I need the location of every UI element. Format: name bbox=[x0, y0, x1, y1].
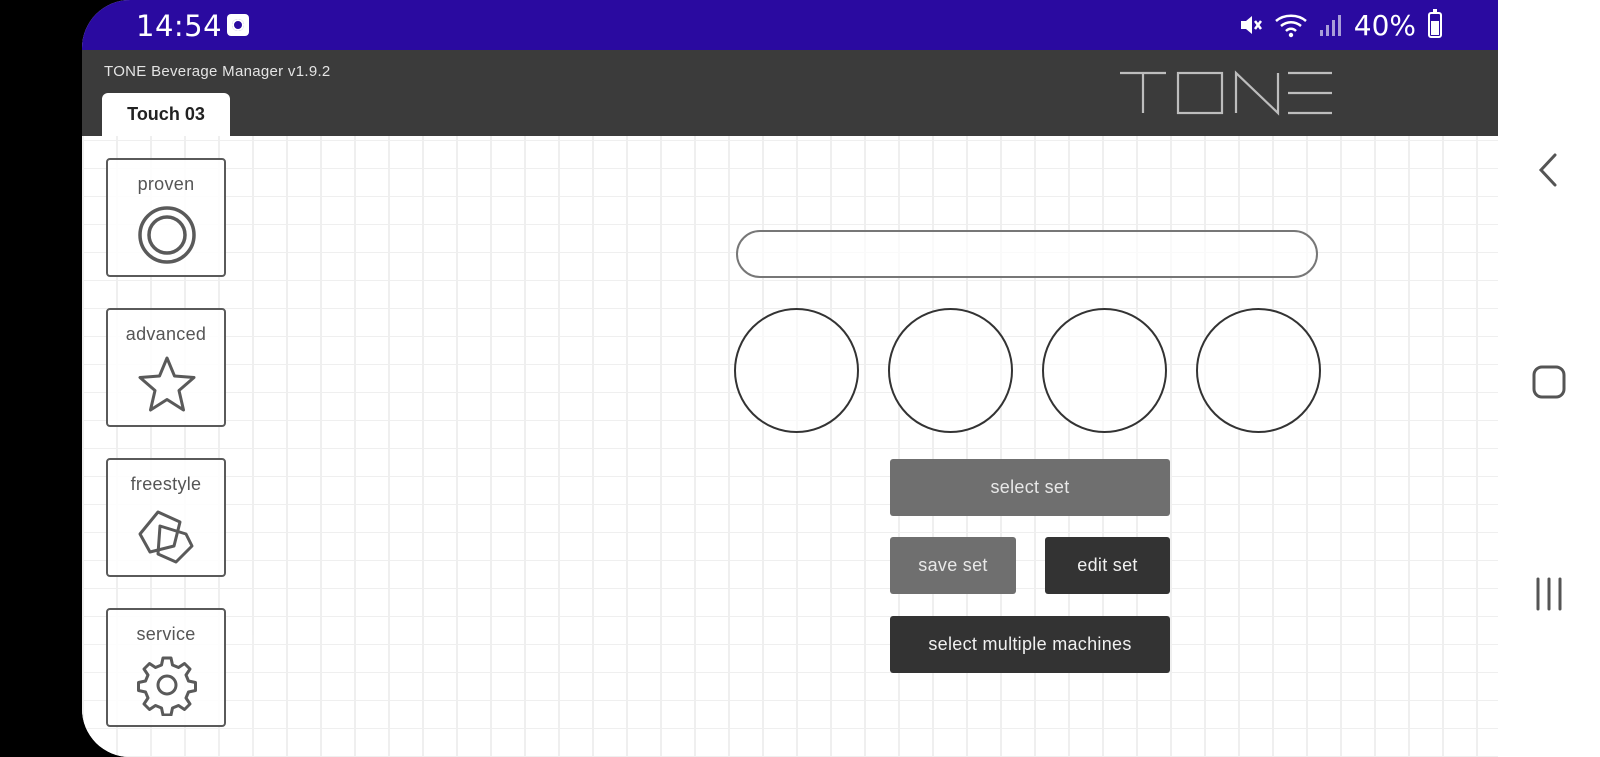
beverage-slot-3[interactable] bbox=[1042, 308, 1167, 433]
wifi-icon bbox=[1274, 12, 1308, 38]
system-nav-bar bbox=[1498, 0, 1600, 757]
overlapping-polygons-icon bbox=[138, 510, 194, 564]
select-multiple-machines-button[interactable]: select multiple machines bbox=[890, 616, 1170, 673]
home-button[interactable] bbox=[1498, 364, 1600, 400]
mode-button-advanced[interactable]: advanced bbox=[106, 308, 226, 427]
recents-icon bbox=[1536, 577, 1562, 611]
gear-icon bbox=[137, 656, 197, 716]
tone-logo bbox=[1120, 70, 1332, 116]
app-title: TONE Beverage Manager v1.9.2 bbox=[104, 63, 331, 80]
mode-label-service: service bbox=[136, 624, 196, 644]
back-chevron-icon bbox=[1538, 153, 1557, 187]
battery-percent: 40% bbox=[1353, 8, 1416, 42]
star-icon bbox=[138, 356, 196, 412]
edit-set-button[interactable]: edit set bbox=[1045, 537, 1170, 594]
app-header: TONE Beverage Manager v1.9.2 Touch 03 bbox=[82, 50, 1498, 136]
mode-label-proven: proven bbox=[137, 174, 195, 194]
back-button[interactable] bbox=[1498, 152, 1600, 188]
mute-icon bbox=[1238, 12, 1264, 38]
beverage-slot-2[interactable] bbox=[888, 308, 1013, 433]
tab-touch-03[interactable]: Touch 03 bbox=[102, 93, 230, 136]
mode-button-freestyle[interactable]: freestyle bbox=[106, 458, 226, 577]
main-content: proven advanced freestyle service select… bbox=[82, 136, 1498, 757]
beverage-slot-1[interactable] bbox=[734, 308, 859, 433]
recents-button[interactable] bbox=[1498, 577, 1600, 611]
home-square-icon bbox=[1532, 365, 1566, 399]
status-icons: 40% bbox=[1238, 8, 1442, 42]
save-set-button[interactable]: save set bbox=[890, 537, 1016, 594]
set-name-field[interactable] bbox=[736, 230, 1318, 278]
double-circle-icon bbox=[138, 206, 196, 264]
status-bar: 14:54 40% bbox=[82, 0, 1498, 50]
mode-button-service[interactable]: service bbox=[106, 608, 226, 727]
mode-button-proven[interactable]: proven bbox=[106, 158, 226, 277]
battery-icon bbox=[1428, 9, 1442, 38]
signal-icon bbox=[1318, 12, 1344, 38]
mode-label-freestyle: freestyle bbox=[130, 474, 202, 494]
clock-widget-icon bbox=[227, 14, 249, 36]
app-screen: 14:54 40% TONE Beverage Manager v1.9.2 T… bbox=[82, 0, 1498, 757]
beverage-slot-4[interactable] bbox=[1196, 308, 1321, 433]
mode-label-advanced: advanced bbox=[125, 324, 207, 344]
select-set-button[interactable]: select set bbox=[890, 459, 1170, 516]
status-time: 14:54 bbox=[136, 9, 223, 43]
